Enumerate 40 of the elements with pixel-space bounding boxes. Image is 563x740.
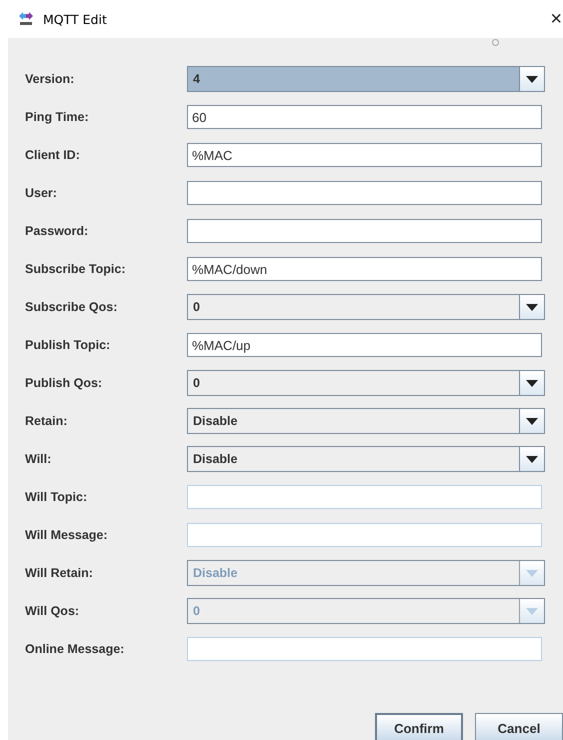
field-label: Will Topic: xyxy=(24,490,88,504)
close-button[interactable]: × xyxy=(550,9,562,29)
caret-icon xyxy=(526,570,538,576)
field-label: Will Qos: xyxy=(24,604,80,618)
window-title: MQTT Edit xyxy=(43,12,107,26)
field-label: Retain: xyxy=(24,414,68,428)
field-label: Publish Qos: xyxy=(24,376,104,390)
field-label: Subscribe Qos: xyxy=(24,300,118,314)
input-field[interactable]: 60 xyxy=(187,105,542,129)
caret-icon xyxy=(526,418,538,424)
field-label: Publish Topic: xyxy=(24,338,112,352)
input-field[interactable]: %MAC xyxy=(187,143,542,167)
caret-icon xyxy=(526,380,538,386)
input-field[interactable]: %MAC/up xyxy=(187,333,542,357)
field-label: Online Message: xyxy=(24,642,126,656)
circle-icon xyxy=(492,39,499,46)
field-label: Ping Time: xyxy=(24,110,90,124)
input-field[interactable]: %MAC/down xyxy=(187,257,542,281)
app-logo-icon xyxy=(17,11,35,27)
caret-icon xyxy=(526,304,538,310)
field-label: Version: xyxy=(24,72,76,86)
field-label: Will Retain: xyxy=(24,566,94,580)
field-label: Client ID: xyxy=(24,148,81,162)
caret-icon xyxy=(526,456,538,462)
dropdown[interactable]: 4 xyxy=(187,66,545,92)
caret-icon xyxy=(526,608,538,614)
input-field[interactable] xyxy=(187,219,542,243)
input-field[interactable] xyxy=(187,181,542,205)
caret-icon xyxy=(526,76,538,82)
field-label: Password: xyxy=(24,224,90,238)
field-label: Will Message: xyxy=(24,528,109,542)
field-label: Subscribe Topic: xyxy=(24,262,126,276)
dropdown[interactable]: Disable xyxy=(187,408,545,434)
dropdown[interactable]: Disable xyxy=(187,446,545,472)
dropdown[interactable]: 0 xyxy=(187,294,545,320)
dropdown[interactable]: 0 xyxy=(187,370,545,396)
field-label: User: xyxy=(24,186,58,200)
dialog-button[interactable]: Confirm xyxy=(375,713,463,740)
field-label: Will: xyxy=(24,452,52,466)
dialog-button[interactable]: Cancel xyxy=(475,713,563,740)
